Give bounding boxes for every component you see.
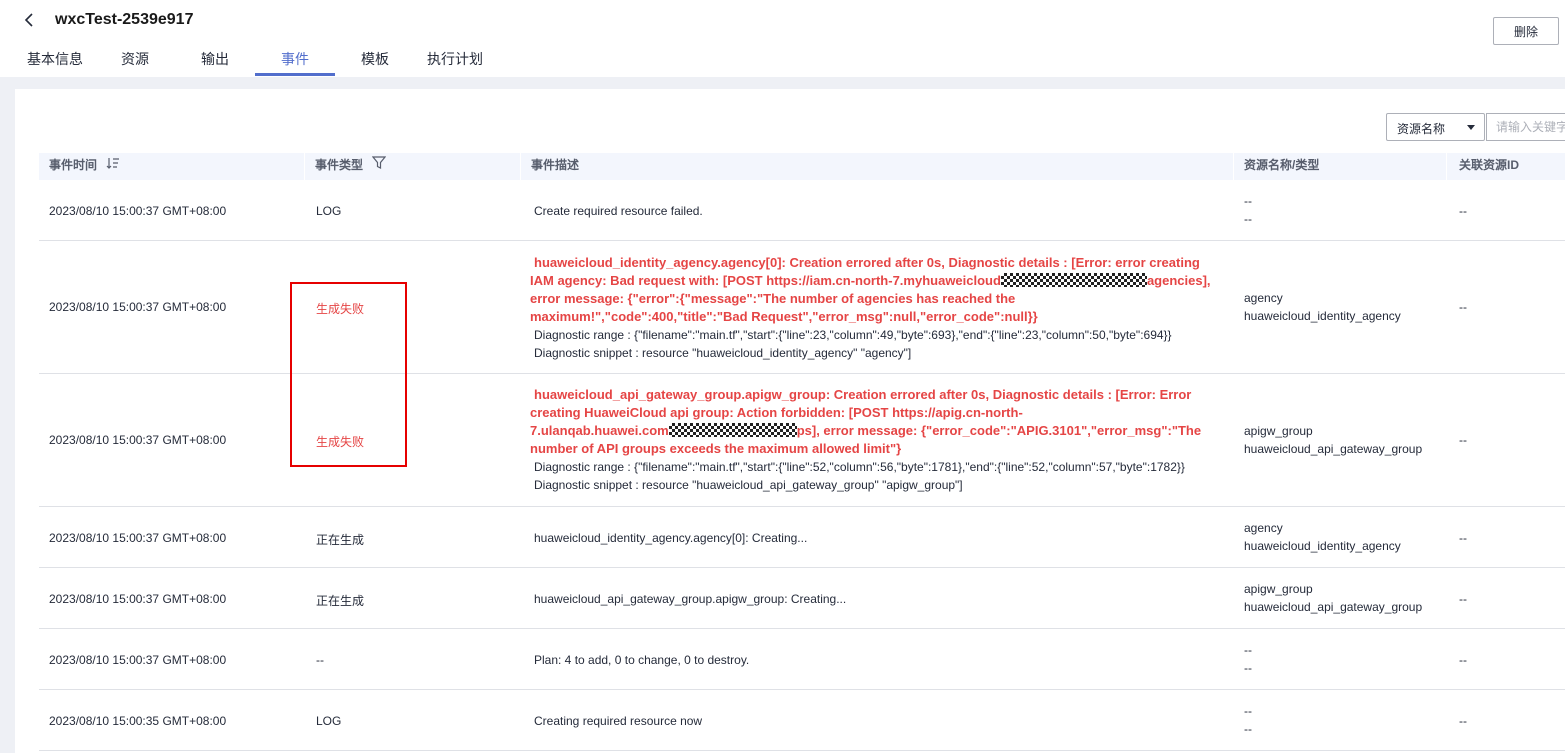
annotation-highlight-box — [290, 282, 407, 467]
table-row: 2023/08/10 15:00:37 GMT+08:00 生成失败 huawe… — [39, 241, 1565, 374]
event-description: Plan: 4 to add, 0 to change, 0 to destro… — [534, 653, 750, 667]
tab-basic-info[interactable]: 基本信息 — [10, 46, 100, 77]
resource-id: -- — [1459, 300, 1467, 314]
sort-icon[interactable] — [106, 153, 120, 178]
resource-info: apigw_group huaweicloud_api_gateway_grou… — [1244, 580, 1422, 616]
event-description: huaweicloud_identity_agency.agency[0]: C… — [530, 254, 1211, 362]
resource-info: apigw_group huaweicloud_api_gateway_grou… — [1244, 422, 1422, 458]
resource-name: -- — [1244, 704, 1252, 718]
tab-outputs[interactable]: 输出 — [185, 46, 245, 77]
error-line: huaweicloud_identity_agency.agency[0]: C… — [534, 255, 1200, 270]
event-description: Creating required resource now — [534, 714, 703, 728]
resource-type: -- — [1244, 722, 1252, 736]
event-description: huaweicloud_api_gateway_group.apigw_grou… — [530, 386, 1201, 494]
resource-info: -- -- — [1244, 641, 1252, 677]
event-type: 正在生成 — [316, 594, 365, 608]
resource-name: -- — [1244, 643, 1252, 657]
redacted-mask — [1000, 273, 1147, 287]
resource-id: -- — [1459, 714, 1467, 728]
column-header-time[interactable]: 事件时间 — [39, 153, 305, 180]
resource-type: huaweicloud_identity_agency — [1244, 309, 1401, 323]
table-row: 2023/08/10 15:00:37 GMT+08:00 -- Plan: 4… — [39, 629, 1565, 690]
filter-funnel-icon[interactable] — [372, 153, 387, 178]
resource-name: -- — [1244, 194, 1252, 208]
diagnostic-snippet: Diagnostic snippet : resource "huaweiclo… — [534, 346, 912, 360]
event-type: -- — [316, 653, 324, 667]
column-header-desc: 事件描述 — [521, 153, 1234, 180]
event-time: 2023/08/10 15:00:37 GMT+08:00 — [49, 433, 227, 447]
diagnostic-range: Diagnostic range : {"filename":"main.tf"… — [534, 460, 1185, 474]
error-line: huaweicloud_api_gateway_group.apigw_grou… — [534, 387, 1192, 402]
event-type: LOG — [316, 714, 342, 728]
filter-select-value: 资源名称 — [1397, 122, 1446, 136]
delete-button[interactable]: 删除 — [1493, 17, 1559, 45]
event-time: 2023/08/10 15:00:37 GMT+08:00 — [49, 592, 227, 606]
error-line: error message: {"error":{"message":"The … — [530, 291, 1016, 306]
diagnostic-range: Diagnostic range : {"filename":"main.tf"… — [534, 328, 1172, 342]
resource-name: agency — [1244, 291, 1283, 305]
table-row: 2023/08/10 15:00:37 GMT+08:00 LOG Create… — [39, 180, 1565, 241]
event-time: 2023/08/10 15:00:37 GMT+08:00 — [49, 300, 227, 314]
event-time: 2023/08/10 15:00:37 GMT+08:00 — [49, 204, 227, 218]
table-row: 2023/08/10 15:00:37 GMT+08:00 生成失败 huawe… — [39, 374, 1565, 507]
tab-resources[interactable]: 资源 — [105, 46, 165, 77]
table-row: 2023/08/10 15:00:37 GMT+08:00 正在生成 huawe… — [39, 507, 1565, 568]
resource-type: huaweicloud_api_gateway_group — [1244, 600, 1423, 614]
filter-field-select[interactable]: 资源名称 — [1386, 113, 1485, 141]
column-header-resource: 资源名称/类型 — [1234, 153, 1447, 180]
event-description: huaweicloud_identity_agency.agency[0]: C… — [534, 531, 808, 545]
diagnostic-snippet: Diagnostic snippet : resource "huaweiclo… — [534, 478, 963, 492]
resource-info: -- -- — [1244, 702, 1252, 738]
resource-name: agency — [1244, 521, 1283, 535]
event-time: 2023/08/10 15:00:35 GMT+08:00 — [49, 714, 227, 728]
error-line: 7.ulanqab.huawei.com ps], error message: … — [530, 423, 1202, 438]
event-time: 2023/08/10 15:00:37 GMT+08:00 — [49, 653, 227, 667]
column-header-type[interactable]: 事件类型 — [305, 153, 521, 180]
resource-type: -- — [1244, 661, 1252, 675]
page-title: wxcTest-2539e917 — [55, 11, 194, 28]
event-time: 2023/08/10 15:00:37 GMT+08:00 — [49, 531, 227, 545]
resource-type: huaweicloud_api_gateway_group — [1244, 442, 1423, 456]
resource-id: -- — [1459, 653, 1467, 667]
table-row: 2023/08/10 15:00:35 GMT+08:00 LOG Creati… — [39, 690, 1565, 751]
back-arrow-icon[interactable] — [22, 10, 38, 30]
active-tab-indicator — [255, 73, 335, 76]
resource-name: apigw_group — [1244, 582, 1313, 596]
table-header: 事件时间 事件类型 事件描述 资源名称/类型 关联资源ID — [39, 153, 1565, 180]
event-type: LOG — [316, 204, 342, 218]
search-input[interactable] — [1486, 113, 1565, 141]
redacted-mask — [668, 423, 797, 437]
error-line: number of API groups exceeds the maximum… — [530, 441, 902, 456]
error-line: creating HuaweiCloud api group: Action f… — [530, 405, 1023, 420]
tab-template[interactable]: 模板 — [345, 46, 405, 77]
caret-down-icon — [1467, 125, 1475, 130]
event-description: Create required resource failed. — [534, 204, 703, 218]
event-description: huaweicloud_api_gateway_group.apigw_grou… — [534, 592, 847, 606]
table-row: 2023/08/10 15:00:37 GMT+08:00 正在生成 huawe… — [39, 568, 1565, 629]
resource-id: -- — [1459, 433, 1467, 447]
resource-info: agency huaweicloud_identity_agency — [1244, 519, 1401, 555]
error-line: maximum!","code":400,"title":"Bad Reques… — [530, 309, 1038, 324]
resource-id: -- — [1459, 531, 1467, 545]
resource-id: -- — [1459, 592, 1467, 606]
event-type: 正在生成 — [316, 533, 365, 547]
resource-name: apigw_group — [1244, 424, 1313, 438]
resource-id: -- — [1459, 204, 1467, 218]
resource-type: huaweicloud_identity_agency — [1244, 539, 1401, 553]
tab-execution-plan[interactable]: 执行计划 — [420, 46, 490, 77]
resource-type: -- — [1244, 212, 1252, 226]
resource-info: -- -- — [1244, 192, 1252, 228]
column-header-resource-id: 关联资源ID — [1459, 158, 1520, 172]
error-line: IAM agency: Bad request with: [POST http… — [530, 273, 1211, 288]
resource-info: agency huaweicloud_identity_agency — [1244, 289, 1401, 325]
